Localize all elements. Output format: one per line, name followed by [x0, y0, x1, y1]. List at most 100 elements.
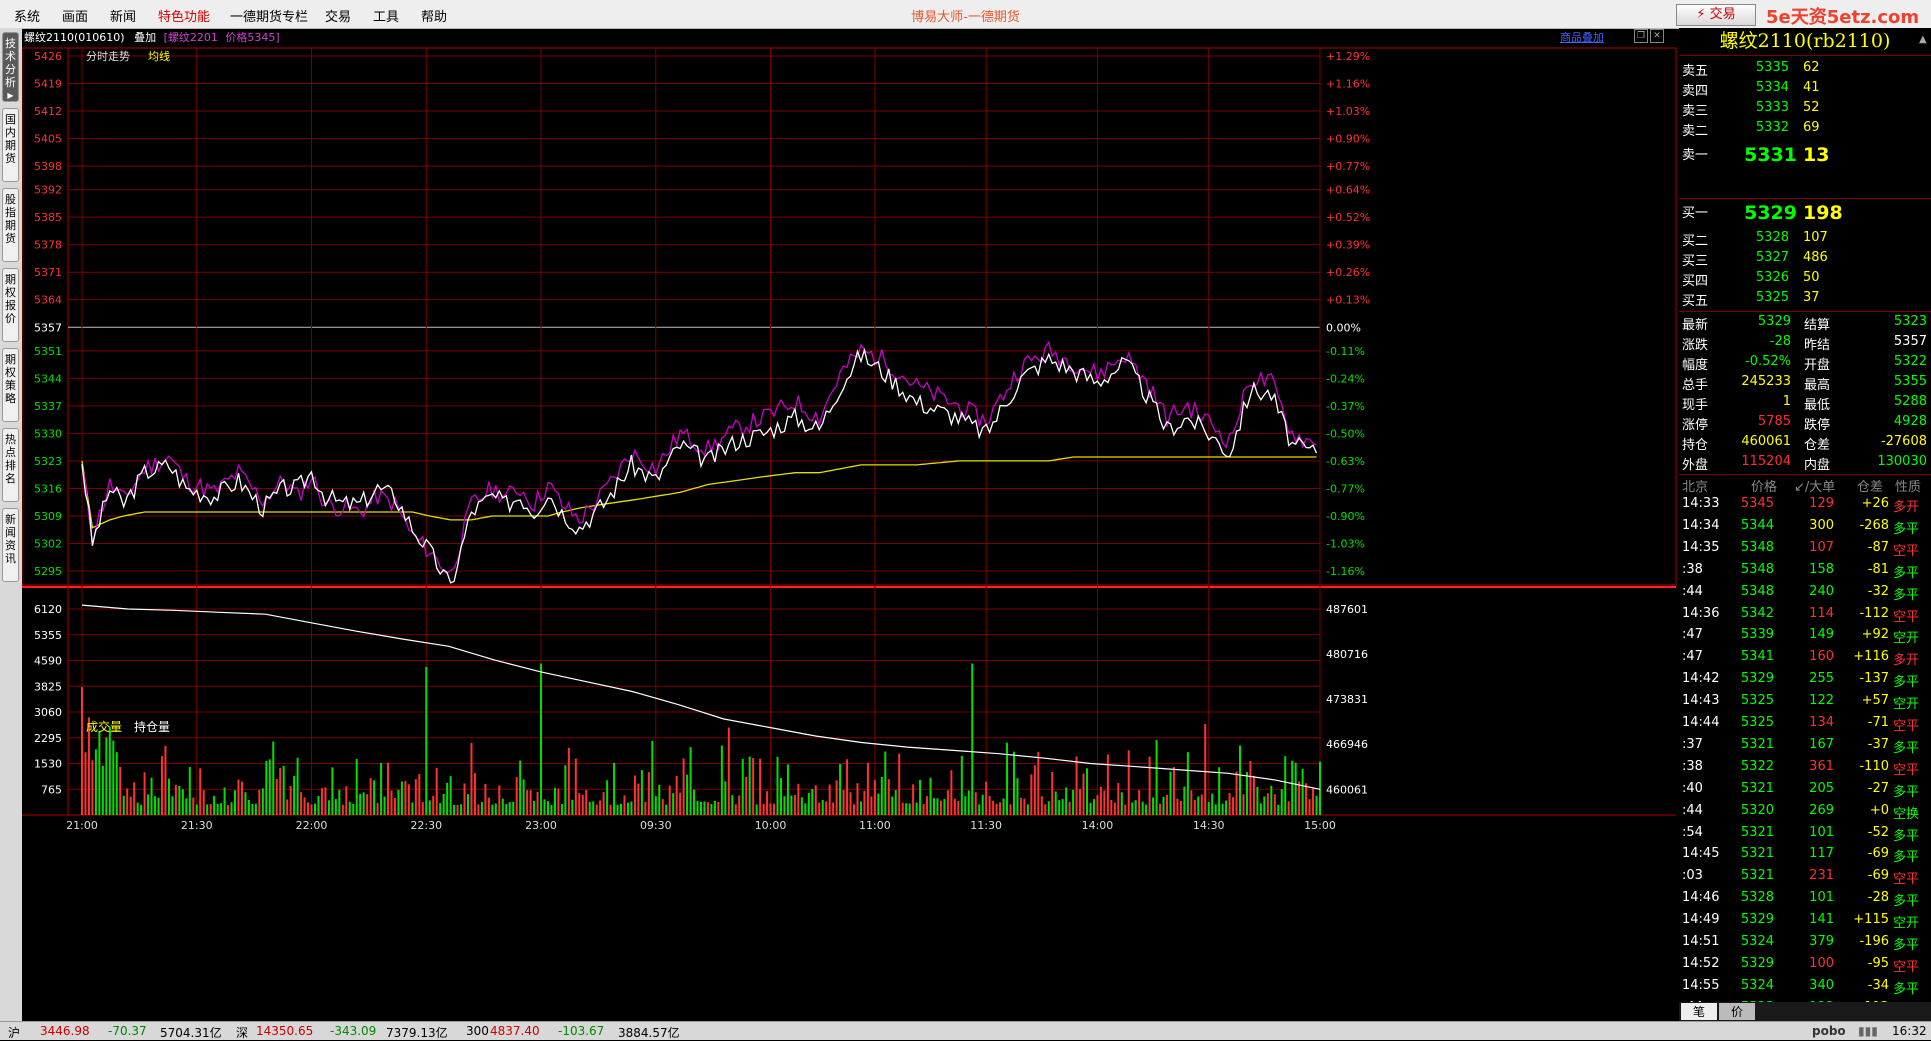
stat-label: 内盘: [1804, 458, 1831, 473]
stat-label: 跌停: [1804, 418, 1831, 433]
tick-price: 5322: [1740, 758, 1774, 774]
avg-line-label: 均线: [148, 50, 170, 63]
ask-row: 卖三 5333 52: [1679, 100, 1931, 120]
oi-tick-label: 480716: [1326, 648, 1368, 661]
tick-nature: 空平: [1893, 719, 1920, 734]
tick-price: 5320: [1740, 802, 1774, 818]
bid-price: 5327: [1755, 250, 1789, 265]
stat-row: 持仓 460061 仓差 -27608: [1679, 434, 1931, 454]
tab-hot-ranking[interactable]: 热点排名: [2, 428, 19, 502]
tick-oi-change: +92: [1861, 627, 1889, 643]
stat-value: 5357: [1893, 334, 1927, 349]
stat-row: 现手 1 最低 5288: [1679, 394, 1931, 414]
bid-row: 买五 5325 37: [1679, 290, 1931, 310]
overlay-price-value: 5345]: [247, 31, 280, 44]
oi-tick-label: 466946: [1326, 738, 1368, 751]
tick-volume: 231: [1809, 868, 1834, 884]
tab-by-price[interactable]: 价: [1719, 1003, 1755, 1020]
tab-technical-analysis[interactable]: 技术分析 ▶: [2, 32, 19, 102]
tab-by-trade[interactable]: 笔: [1681, 1003, 1717, 1020]
tick-oi-change: +57: [1861, 693, 1889, 709]
tab-option-quotes[interactable]: 期权报价: [2, 268, 19, 342]
bid-price: 5326: [1755, 270, 1789, 285]
commodity-overlay-button[interactable]: 商品叠加: [1560, 29, 1604, 45]
tick-oi-change: -28: [1867, 890, 1889, 906]
tick-header-nature: 性质: [1895, 480, 1922, 495]
tick-header-row: 北京 价格 ↙/大单 仓差 性质: [1679, 476, 1931, 496]
tick-time: 14:36: [1682, 605, 1720, 621]
time-tick-label: 21:30: [181, 819, 213, 832]
vol-tick-label: 6120: [34, 603, 62, 616]
tab-domestic-futures[interactable]: 国内期货: [2, 108, 19, 182]
stat-label: 现手: [1682, 398, 1709, 413]
tick-price: 5329: [1740, 912, 1774, 928]
price-volume-chart[interactable]: 5426 +1.29% 5419 +1.16% 5412 +1.03% 5405 +0.90%…: [22, 28, 1677, 1021]
divider: [1679, 55, 1931, 56]
tab-label: 热点排名: [5, 433, 16, 485]
status-bar: 沪 3446.98 -70.37 5704.31亿 深 14350.65 -34…: [0, 1021, 1931, 1040]
overlay-price-label: 价格: [225, 31, 248, 44]
tick-volume: 158: [1809, 561, 1834, 577]
tick-price: 5321: [1740, 780, 1774, 796]
tick-nature: 多平: [1893, 521, 1920, 537]
overlay-label[interactable]: 叠加: [134, 31, 156, 44]
tick-volume: 101: [1809, 890, 1834, 906]
tick-nature: 空平: [1893, 872, 1920, 888]
ask-price: 5335: [1755, 60, 1789, 75]
price-tick-label: 5398: [34, 160, 62, 173]
tab-index-futures[interactable]: 股指期货: [2, 188, 19, 262]
stat-label: 外盘: [1682, 458, 1709, 473]
price-tick-label: 5419: [34, 78, 62, 91]
trade-button[interactable]: ⚡ 交易: [1676, 4, 1756, 26]
tick-tabs: 笔 价: [1679, 1002, 1931, 1021]
stat-label: 总手: [1682, 378, 1709, 393]
stat-label: 开盘: [1804, 358, 1831, 373]
stat-value: -28: [1769, 334, 1791, 349]
tick-oi-change: -110: [1859, 758, 1889, 774]
tab-label: 期权报价: [5, 273, 16, 325]
tab-option-strategy[interactable]: 期权策略: [2, 348, 19, 422]
tick-price: 5348: [1740, 561, 1774, 577]
oi-tick-label: 460061: [1326, 783, 1368, 796]
pct-tick-label: +1.03%: [1326, 105, 1370, 118]
scroll-up-icon[interactable]: ▲: [1919, 34, 1927, 45]
tick-price: 5348: [1740, 583, 1774, 599]
pct-tick-label: -1.03%: [1326, 537, 1365, 550]
stat-value: 130030: [1877, 454, 1927, 469]
price-tick-label: 5364: [34, 294, 62, 307]
tick-nature: 多平: [1893, 740, 1920, 756]
price-tick-label: 5351: [34, 345, 62, 358]
stat-label: 涨停: [1682, 418, 1709, 433]
pct-tick-label: -0.50%: [1326, 427, 1365, 440]
i300-change: -103.67: [558, 1024, 605, 1038]
price-tick-label: 5371: [34, 266, 62, 279]
tick-volume: 134: [1809, 715, 1834, 730]
time-tick-label: 11:00: [859, 819, 891, 832]
stat-value: 5329: [1757, 314, 1791, 329]
contract-title: 螺纹2110(rb2110): [1719, 30, 1891, 52]
price-tick-label: 5309: [34, 510, 62, 523]
restore-icon[interactable]: ❐: [1634, 29, 1648, 43]
stat-label: 结算: [1804, 318, 1831, 333]
close-icon[interactable]: ✕: [1650, 29, 1664, 43]
stat-value: -0.52%: [1745, 354, 1791, 369]
ask-volume: 69: [1803, 120, 1820, 135]
tick-price: 5321: [1740, 846, 1774, 862]
ask-volume: 62: [1803, 60, 1820, 75]
tick-volume: 340: [1809, 977, 1834, 993]
ask-label: 卖三: [1682, 104, 1709, 119]
stat-label: 最新: [1682, 318, 1709, 333]
stat-label: 仓差: [1804, 438, 1831, 453]
tick-oi-change: -112: [1859, 605, 1889, 621]
tick-time: 14:55: [1682, 977, 1720, 993]
stat-label: 持仓: [1682, 438, 1709, 453]
tab-news[interactable]: 新闻资讯: [2, 508, 19, 582]
bid-volume: 50: [1803, 270, 1820, 285]
tick-row: :44 5348 240 -32 多平: [1679, 583, 1931, 603]
tick-row: :38 5322 361 -110 空平: [1679, 758, 1931, 778]
stat-label: 最高: [1804, 378, 1831, 393]
time-tick-label: 14:00: [1082, 819, 1114, 832]
tick-oi-change: -196: [1859, 934, 1889, 949]
tick-nature: 空开: [1893, 916, 1920, 932]
ask-label: 卖四: [1682, 84, 1709, 99]
